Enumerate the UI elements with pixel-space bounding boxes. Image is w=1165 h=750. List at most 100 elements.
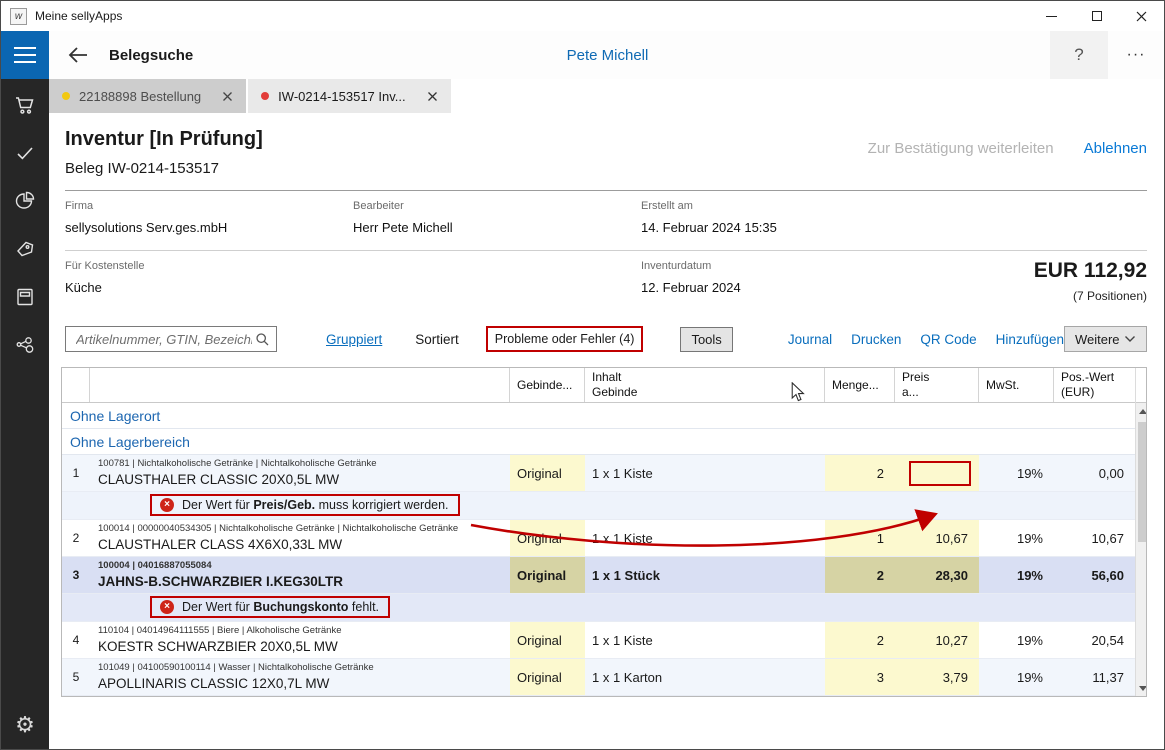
help-button[interactable]: ? [1050,31,1108,79]
app-window: w Meine sellyApps Belegsuche Pete Michel… [0,0,1165,750]
cell-menge[interactable]: 1 [825,520,895,556]
settings-button[interactable]: ⚙ [1,705,49,745]
problems-filter-button[interactable]: Probleme oder Fehler (4) [486,326,644,352]
header-pos-wert[interactable]: Pos.-Wert (EUR) [1054,368,1135,402]
price-tag-icon [13,237,37,261]
group-row[interactable]: Ohne Lagerort [62,403,1135,429]
header-empty[interactable] [62,368,90,402]
tools-button[interactable]: Tools [680,327,732,352]
cell-preis[interactable] [895,455,979,491]
cell-article: 100004 | 04016887055084JAHNS-B.SCHWARZBI… [90,557,510,593]
header-gebinde[interactable]: Gebinde... [510,368,585,402]
scroll-down-button[interactable] [1136,680,1148,696]
scrollbar-track[interactable] [1136,403,1147,696]
scrollbar-thumb[interactable] [1138,422,1148,542]
header-inhalt-gebinde[interactable]: Inhalt Gebinde [585,368,825,402]
table-header: Gebinde... Inhalt Gebinde Menge... Preis… [62,368,1135,403]
tab-close-button[interactable] [222,91,233,102]
article-name: CLAUSTHALER CLASSIC 20X0,5L MW [98,472,339,488]
cell-preis[interactable]: 28,30 [895,557,979,593]
cell-inhalt-gebinde: 1 x 1 Kiste [585,622,825,658]
sidebar-item-connections[interactable] [1,321,49,369]
tab-close-button[interactable] [427,91,438,102]
article-meta: 100004 | 04016887055084 [98,560,212,572]
document-number: Beleg IW-0214-153517 [65,160,263,177]
field-bearbeiter: Bearbeiter Herr Pete Michell [353,200,641,236]
cell-pos-wert: 56,60 [1054,557,1135,593]
close-button[interactable] [1119,1,1164,31]
article-meta: 101049 | 04100590100114 | Wasser | Nicht… [98,662,374,674]
header-preis[interactable]: Preis a... [895,368,979,402]
sidebar-item-tasks[interactable] [1,129,49,177]
cell-gebinde[interactable]: Original [510,659,585,695]
price-error-highlight [909,461,971,486]
maximize-button[interactable] [1074,1,1119,31]
table-row[interactable]: 2100014 | 00000040534305 | Nichtalkoholi… [62,520,1135,557]
cell-mwst: 19% [979,659,1054,695]
cell-preis[interactable]: 3,79 [895,659,979,695]
more-actions-dropdown[interactable]: Weitere [1064,326,1147,352]
tab-status-dot-red [261,92,269,100]
user-name[interactable]: Pete Michell [567,47,649,64]
cell-article: 101049 | 04100590100114 | Wasser | Nicht… [90,659,510,695]
print-link[interactable]: Drucken [851,332,901,347]
share-icon [13,333,37,357]
sidebar-item-orders[interactable] [1,81,49,129]
table-row[interactable]: 1100781 | Nichtalkoholische Getränke | N… [62,455,1135,492]
cell-menge[interactable]: 2 [825,455,895,491]
error-row: ×Der Wert für Preis/Geb. muss korrigiert… [62,492,1135,520]
sidebar-item-journal[interactable] [1,273,49,321]
group-row[interactable]: Ohne Lagerbereich [62,429,1135,455]
error-message: ×Der Wert für Buchungskonto fehlt. [150,596,390,618]
add-link[interactable]: Hinzufügen [996,332,1064,347]
cell-gebinde[interactable]: Original [510,557,585,593]
cell-position-number: 3 [62,557,90,593]
cell-menge[interactable]: 2 [825,557,895,593]
header-mwst[interactable]: MwSt. [979,368,1054,402]
cell-preis[interactable]: 10,67 [895,520,979,556]
cell-preis[interactable]: 10,27 [895,622,979,658]
qr-code-link[interactable]: QR Code [920,332,976,347]
total-positions: (7 Positionen) [1034,289,1147,303]
cell-menge[interactable]: 3 [825,659,895,695]
cell-inhalt-gebinde: 1 x 1 Stück [585,557,825,593]
cell-position-number: 4 [62,622,90,658]
sorted-toggle[interactable]: Sortiert [415,332,459,347]
vertical-scrollbar[interactable] [1135,368,1147,696]
table-row[interactable]: 4110104 | 04014964111555 | Biere | Alkoh… [62,622,1135,659]
error-icon: × [160,498,174,512]
journal-link[interactable]: Journal [788,332,832,347]
more-options-button[interactable]: ··· [1108,31,1164,79]
document-title: Inventur [In Prüfung] [65,127,263,151]
sidebar: ⚙ [1,79,49,750]
article-name: APOLLINARIS CLASSIC 12X0,7L MW [98,676,329,692]
search-input[interactable] [74,331,254,348]
back-arrow-icon [66,45,90,65]
sidebar-item-reports[interactable] [1,177,49,225]
cell-gebinde[interactable]: Original [510,455,585,491]
header-menge[interactable]: Menge... [825,368,895,402]
cell-gebinde[interactable]: Original [510,520,585,556]
back-button[interactable] [66,45,90,65]
article-search[interactable] [65,326,277,352]
tab-inventur[interactable]: IW-0214-153517 Inv... [248,79,450,113]
main-content: 22188898 Bestellung IW-0214-153517 Inv..… [49,79,1164,750]
reject-action[interactable]: Ablehnen [1084,140,1147,157]
cell-position-number: 2 [62,520,90,556]
cell-pos-wert: 20,54 [1054,622,1135,658]
cell-menge[interactable]: 2 [825,622,895,658]
search-icon[interactable] [254,331,270,347]
table-row[interactable]: 5101049 | 04100590100114 | Wasser | Nich… [62,659,1135,696]
app-bar: Belegsuche Pete Michell ? ··· [1,31,1164,79]
tab-bestellung[interactable]: 22188898 Bestellung [49,79,246,113]
grouped-toggle[interactable]: Gruppiert [326,332,382,347]
scroll-up-button[interactable] [1136,403,1148,419]
table-row[interactable]: 3100004 | 04016887055084JAHNS-B.SCHWARZB… [62,557,1135,594]
menu-button[interactable] [1,31,49,79]
scroll-down-icon [1139,686,1147,691]
tab-status-dot-yellow [62,92,70,100]
sidebar-item-prices[interactable] [1,225,49,273]
cell-gebinde[interactable]: Original [510,622,585,658]
minimize-button[interactable] [1029,1,1074,31]
header-article[interactable] [90,368,510,402]
